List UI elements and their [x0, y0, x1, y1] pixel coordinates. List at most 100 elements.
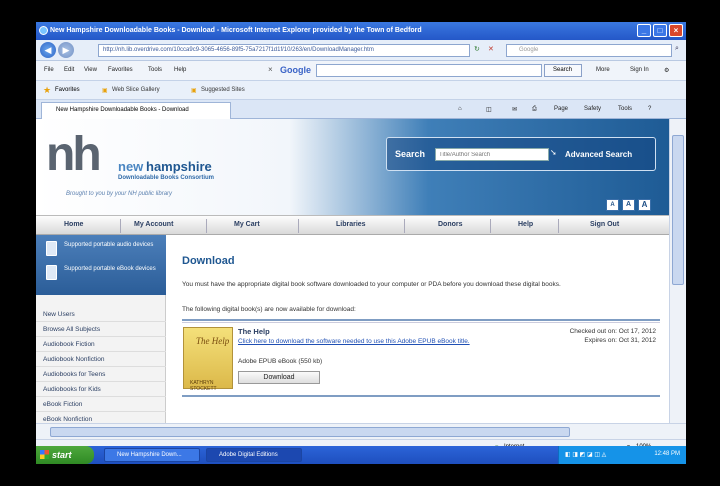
- feeds-icon[interactable]: ◫: [486, 106, 492, 113]
- download-button[interactable]: Download: [238, 371, 320, 384]
- back-button[interactable]: ◀: [40, 42, 56, 58]
- nav-help[interactable]: Help: [518, 221, 533, 228]
- sidebar-item-audiobook-fiction[interactable]: Audiobook Fiction: [36, 337, 166, 352]
- menu-help[interactable]: Help: [174, 67, 186, 73]
- nav-divider: [490, 219, 491, 233]
- forward-button[interactable]: ▶: [58, 42, 74, 58]
- logo-subtitle: Downloadable Books Consortium: [118, 175, 215, 181]
- nav-donors[interactable]: Donors: [438, 221, 463, 228]
- ebook-devices-link[interactable]: Supported portable eBook devices: [64, 266, 159, 273]
- checked-out-date: Oct 17, 2012: [618, 328, 656, 335]
- loan-dates: Checked out on: Oct 17, 2012 Expires on:…: [570, 327, 656, 345]
- google-more-button[interactable]: More: [596, 67, 610, 73]
- favorites-button[interactable]: Favorites: [55, 87, 80, 93]
- search-go-icon[interactable]: ➘: [550, 148, 557, 157]
- search-icon[interactable]: ⌕: [675, 45, 679, 53]
- close-toolbar-icon[interactable]: ×: [268, 65, 273, 74]
- fav-web-slice[interactable]: Web Slice Gallery: [112, 87, 160, 93]
- print-icon[interactable]: ⎙: [532, 106, 537, 113]
- taskbar-item-adobe-digital-editions[interactable]: Adobe Digital Editions: [206, 448, 302, 462]
- book-title[interactable]: The Help: [238, 327, 270, 336]
- menu-favorites[interactable]: Favorites: [108, 67, 133, 73]
- taskbar-item-browser[interactable]: New Hampshire Down...: [104, 448, 200, 462]
- page-menu[interactable]: Page: [554, 106, 568, 112]
- horizontal-scrollbar[interactable]: [36, 423, 686, 439]
- tray-icons[interactable]: ◧ ◨ ◩ ◪ ◫ ◬: [565, 451, 606, 458]
- nav-home[interactable]: Home: [64, 221, 83, 228]
- sidebar-item-browse-subjects[interactable]: Browse All Subjects: [36, 322, 166, 337]
- vertical-scrollbar[interactable]: [669, 119, 686, 423]
- google-signin-button[interactable]: Sign In: [630, 67, 649, 73]
- fav-suggested-sites[interactable]: Suggested Sites: [201, 87, 245, 93]
- start-button[interactable]: start: [36, 446, 94, 464]
- browser-tab[interactable]: New Hampshire Downloadable Books - Downl…: [41, 102, 231, 119]
- maximize-button[interactable]: □: [653, 24, 667, 37]
- divider: [182, 395, 660, 397]
- sidebar-item-ebook-fiction[interactable]: eBook Fiction: [36, 397, 166, 412]
- safety-menu[interactable]: Safety: [584, 106, 601, 112]
- home-icon[interactable]: ⌂: [458, 106, 462, 112]
- nav-divider: [206, 219, 207, 233]
- book-cover[interactable]: The Help KATHRYN STOCKETT: [183, 327, 233, 392]
- search-label: Search: [395, 149, 426, 159]
- cover-title: The Help: [196, 336, 230, 346]
- text-size-medium[interactable]: A: [622, 199, 635, 211]
- address-toolbar: ◀ ▶ http://nh.lib.overdrive.com/10cca9c9…: [36, 40, 686, 61]
- book-format: Adobe EPUB eBook (550 kb): [238, 358, 323, 365]
- vertical-scroll-thumb[interactable]: [672, 135, 684, 285]
- tools-menu[interactable]: Tools: [618, 106, 632, 112]
- nav-sign-out[interactable]: Sign Out: [590, 221, 619, 228]
- clock[interactable]: 12:48 PM: [654, 451, 680, 457]
- sidebar-item-ebook-nonfiction[interactable]: eBook Nonfiction: [36, 412, 166, 423]
- web-page: nh new hampshire Downloadable Books Cons…: [36, 119, 669, 423]
- menu-file[interactable]: File: [44, 67, 54, 73]
- nav-divider: [298, 219, 299, 233]
- menu-view[interactable]: View: [84, 67, 97, 73]
- download-software-link[interactable]: Click here to download the software need…: [238, 338, 478, 346]
- horizontal-scroll-thumb[interactable]: [50, 427, 570, 437]
- close-button[interactable]: ×: [669, 24, 683, 37]
- google-logo: Google: [280, 65, 311, 75]
- sidebar-item-new-users[interactable]: New Users: [36, 307, 166, 322]
- tab-bar: New Hampshire Downloadable Books - Downl…: [36, 100, 686, 119]
- nav-my-cart[interactable]: My Cart: [234, 221, 260, 228]
- google-search-input[interactable]: [316, 64, 542, 77]
- system-tray: ◧ ◨ ◩ ◪ ◫ ◬ 12:48 PM: [558, 446, 686, 464]
- text-size-small[interactable]: A: [606, 199, 619, 211]
- nav-libraries[interactable]: Libraries: [336, 221, 366, 228]
- window-title-bar[interactable]: New Hampshire Downloadable Books - Downl…: [36, 22, 686, 40]
- site-nav: Home My Account My Cart Libraries Donors…: [36, 215, 669, 235]
- address-bar[interactable]: http://nh.lib.overdrive.com/10cca9c9-306…: [98, 44, 470, 57]
- nav-divider: [404, 219, 405, 233]
- desktop-screen: New Hampshire Downloadable Books - Downl…: [36, 22, 686, 464]
- menu-edit[interactable]: Edit: [64, 67, 74, 73]
- menu-tools[interactable]: Tools: [148, 67, 162, 73]
- logo-hampshire: hampshire: [146, 159, 212, 174]
- audio-devices-link[interactable]: Supported portable audio devices: [64, 242, 159, 249]
- refresh-icon[interactable]: ↻: [474, 45, 480, 53]
- sidebar-item-audiobook-nonfiction[interactable]: Audiobook Nonfiction: [36, 352, 166, 367]
- wrench-icon[interactable]: ⚙: [664, 67, 669, 74]
- help-icon[interactable]: ?: [648, 106, 651, 112]
- sidebar: Supported portable audio devices Support…: [36, 235, 166, 423]
- minimize-button[interactable]: _: [637, 24, 651, 37]
- tagline: Brought to you by your NH public library: [66, 191, 173, 197]
- browser-search-input[interactable]: Google: [506, 44, 672, 57]
- book-entry: The Help KATHRYN STOCKETT The Help Click…: [182, 322, 660, 394]
- mail-icon[interactable]: ✉: [512, 106, 517, 113]
- tab-title: New Hampshire Downloadable Books - Downl…: [56, 107, 189, 113]
- site-header: nh new hampshire Downloadable Books Cons…: [36, 119, 669, 215]
- divider: [182, 319, 660, 321]
- nav-divider: [558, 219, 559, 233]
- text-size-large[interactable]: A: [638, 199, 651, 211]
- logo-nh[interactable]: nh: [46, 131, 102, 179]
- google-search-button[interactable]: Search: [544, 64, 582, 77]
- sidebar-item-audiobooks-teens[interactable]: Audiobooks for Teens: [36, 367, 166, 382]
- nav-my-account[interactable]: My Account: [134, 221, 173, 228]
- advanced-search-link[interactable]: Advanced Search: [565, 150, 632, 159]
- title-author-search-input[interactable]: [435, 148, 549, 161]
- expires-date: Oct 31, 2012: [618, 337, 656, 344]
- stop-icon[interactable]: ✕: [488, 45, 494, 53]
- nav-divider: [120, 219, 121, 233]
- sidebar-item-audiobooks-kids[interactable]: Audiobooks for Kids: [36, 382, 166, 397]
